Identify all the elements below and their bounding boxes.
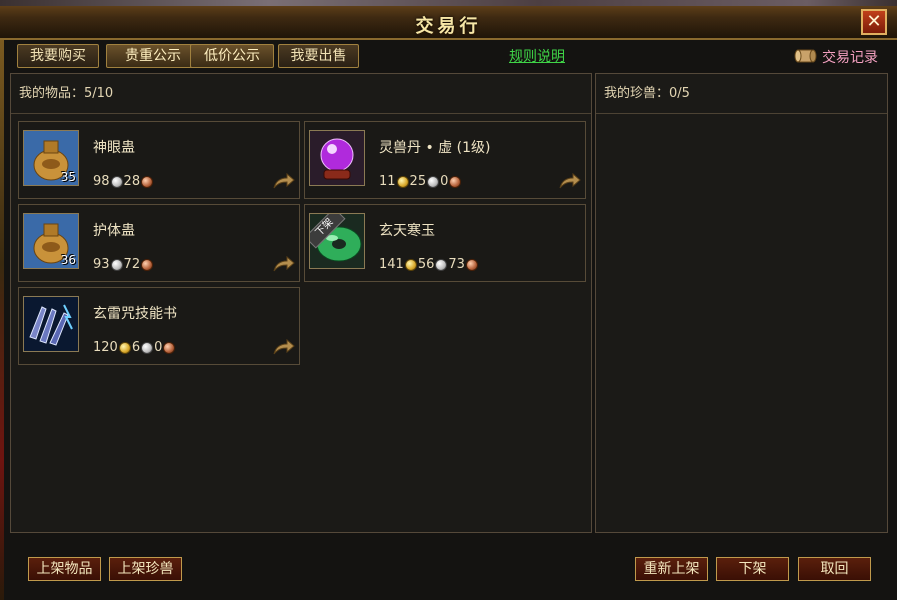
my-pets-header: 我的珍兽：0/5 [596,74,887,114]
price-copper: 0 [440,174,449,189]
share-arrow-icon[interactable] [272,338,296,356]
rules-link[interactable]: 规则说明 [509,46,565,66]
silver-coin-icon [427,175,440,188]
crystal-ball-icon [309,130,365,186]
silver-coin-icon [110,175,123,188]
share-arrow-icon[interactable] [558,172,582,190]
share-arrow-icon[interactable] [272,172,296,190]
item-name: 护体蛊 [93,223,135,239]
jade-icon: 下架 [309,213,365,269]
item-card[interactable]: 36 护体蛊 93 72 [18,204,300,282]
price-gold: 141 [379,257,404,272]
silver-coin-icon [110,258,123,271]
item-name: 玄雷咒技能书 [93,306,177,322]
my-items-header: 我的物品：5/10 [11,74,591,114]
share-arrow-icon[interactable] [272,255,296,273]
gold-coin-icon [404,258,417,271]
thunder-claw-icon [23,296,79,352]
price-silver: 98 [93,174,110,189]
title-bar: 交易行 ✕ [0,0,897,40]
scroll-icon [794,49,817,63]
retrieve-button[interactable]: 取回 [798,557,871,581]
copper-coin-icon [449,175,462,188]
trade-records-label: 交易记录 [822,50,878,66]
price-silver: 25 [409,174,427,189]
price-silver: 6 [131,340,141,355]
price-gold: 120 [93,340,118,355]
price-copper: 0 [154,340,163,355]
price-copper: 72 [123,257,141,272]
tab-buy[interactable]: 我要购买 [17,44,99,68]
item-price: 98 28 [93,174,154,189]
item-price: 93 72 [93,257,154,272]
item-level: 36 [60,253,76,267]
item-card[interactable]: 玄雷咒技能书 120 6 0 [18,287,300,365]
item-card[interactable]: 下架 玄天寒玉 141 56 73 [304,204,586,282]
price-gold: 11 [379,174,396,189]
title-strip [0,0,897,6]
price-copper: 28 [123,174,141,189]
gold-coin-icon [396,175,409,188]
tab-precious-notice[interactable]: 贵重公示 [106,44,200,68]
price-silver: 93 [93,257,110,272]
copper-coin-icon [465,258,478,271]
delist-button[interactable]: 下架 [716,557,789,581]
copper-coin-icon [141,175,154,188]
price-copper: 73 [448,257,465,272]
item-card[interactable]: 灵兽丹 • 虚 (1级) 11 25 0 [304,121,586,199]
tab-sell[interactable]: 我要出售 [278,44,359,68]
item-price: 11 25 0 [379,174,462,189]
list-pet-button[interactable]: 上架珍兽 [109,557,182,581]
item-level: 35 [60,170,76,184]
silver-coin-icon [435,258,448,271]
gourd-icon: 35 [23,130,79,186]
price-silver: 56 [417,257,435,272]
gold-coin-icon [118,341,131,354]
window-left-edge [0,40,4,600]
my-pets-panel: 我的珍兽：0/5 [595,73,888,533]
list-item-button[interactable]: 上架物品 [28,557,101,581]
copper-coin-icon [163,341,176,354]
item-card[interactable]: 35 神眼蛊 98 28 [18,121,300,199]
item-price: 141 56 73 [379,257,479,272]
copper-coin-icon [141,258,154,271]
item-name: 神眼蛊 [93,140,135,156]
gourd-icon: 36 [23,213,79,269]
relist-button[interactable]: 重新上架 [635,557,708,581]
item-name: 玄天寒玉 [379,223,435,239]
window-title: 交易行 [415,16,482,37]
item-name: 灵兽丹 • 虚 (1级) [379,140,491,156]
tab-lowprice-notice[interactable]: 低价公示 [190,44,274,68]
close-icon: ✕ [866,11,882,32]
silver-coin-icon [141,341,154,354]
close-button[interactable]: ✕ [861,9,887,35]
item-price: 120 6 0 [93,340,176,355]
